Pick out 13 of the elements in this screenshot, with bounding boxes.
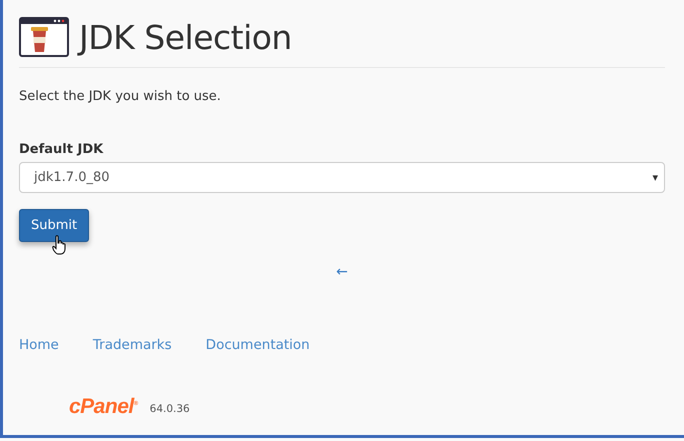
cpanel-logo: cPanel$^{®}$ — [69, 395, 138, 419]
hand-cursor-icon — [52, 235, 66, 255]
jdk-select[interactable]: jdk1.7.0_80 ▾ — [19, 162, 665, 193]
page-title: JDK Selection — [79, 18, 292, 56]
back-link[interactable]: ← — [336, 264, 348, 280]
version-text: 64.0.36 — [150, 403, 190, 415]
submit-button[interactable]: Submit — [19, 209, 90, 242]
footer-link[interactable]: Trademarks — [92, 337, 172, 353]
footer-link[interactable]: Home — [19, 337, 59, 353]
field-label: Default JDK — [19, 142, 104, 157]
footer-link[interactable]: Documentation — [206, 337, 310, 353]
coffee-cup-icon — [19, 17, 69, 57]
intro-text: Select the JDK you wish to use. — [19, 89, 222, 104]
